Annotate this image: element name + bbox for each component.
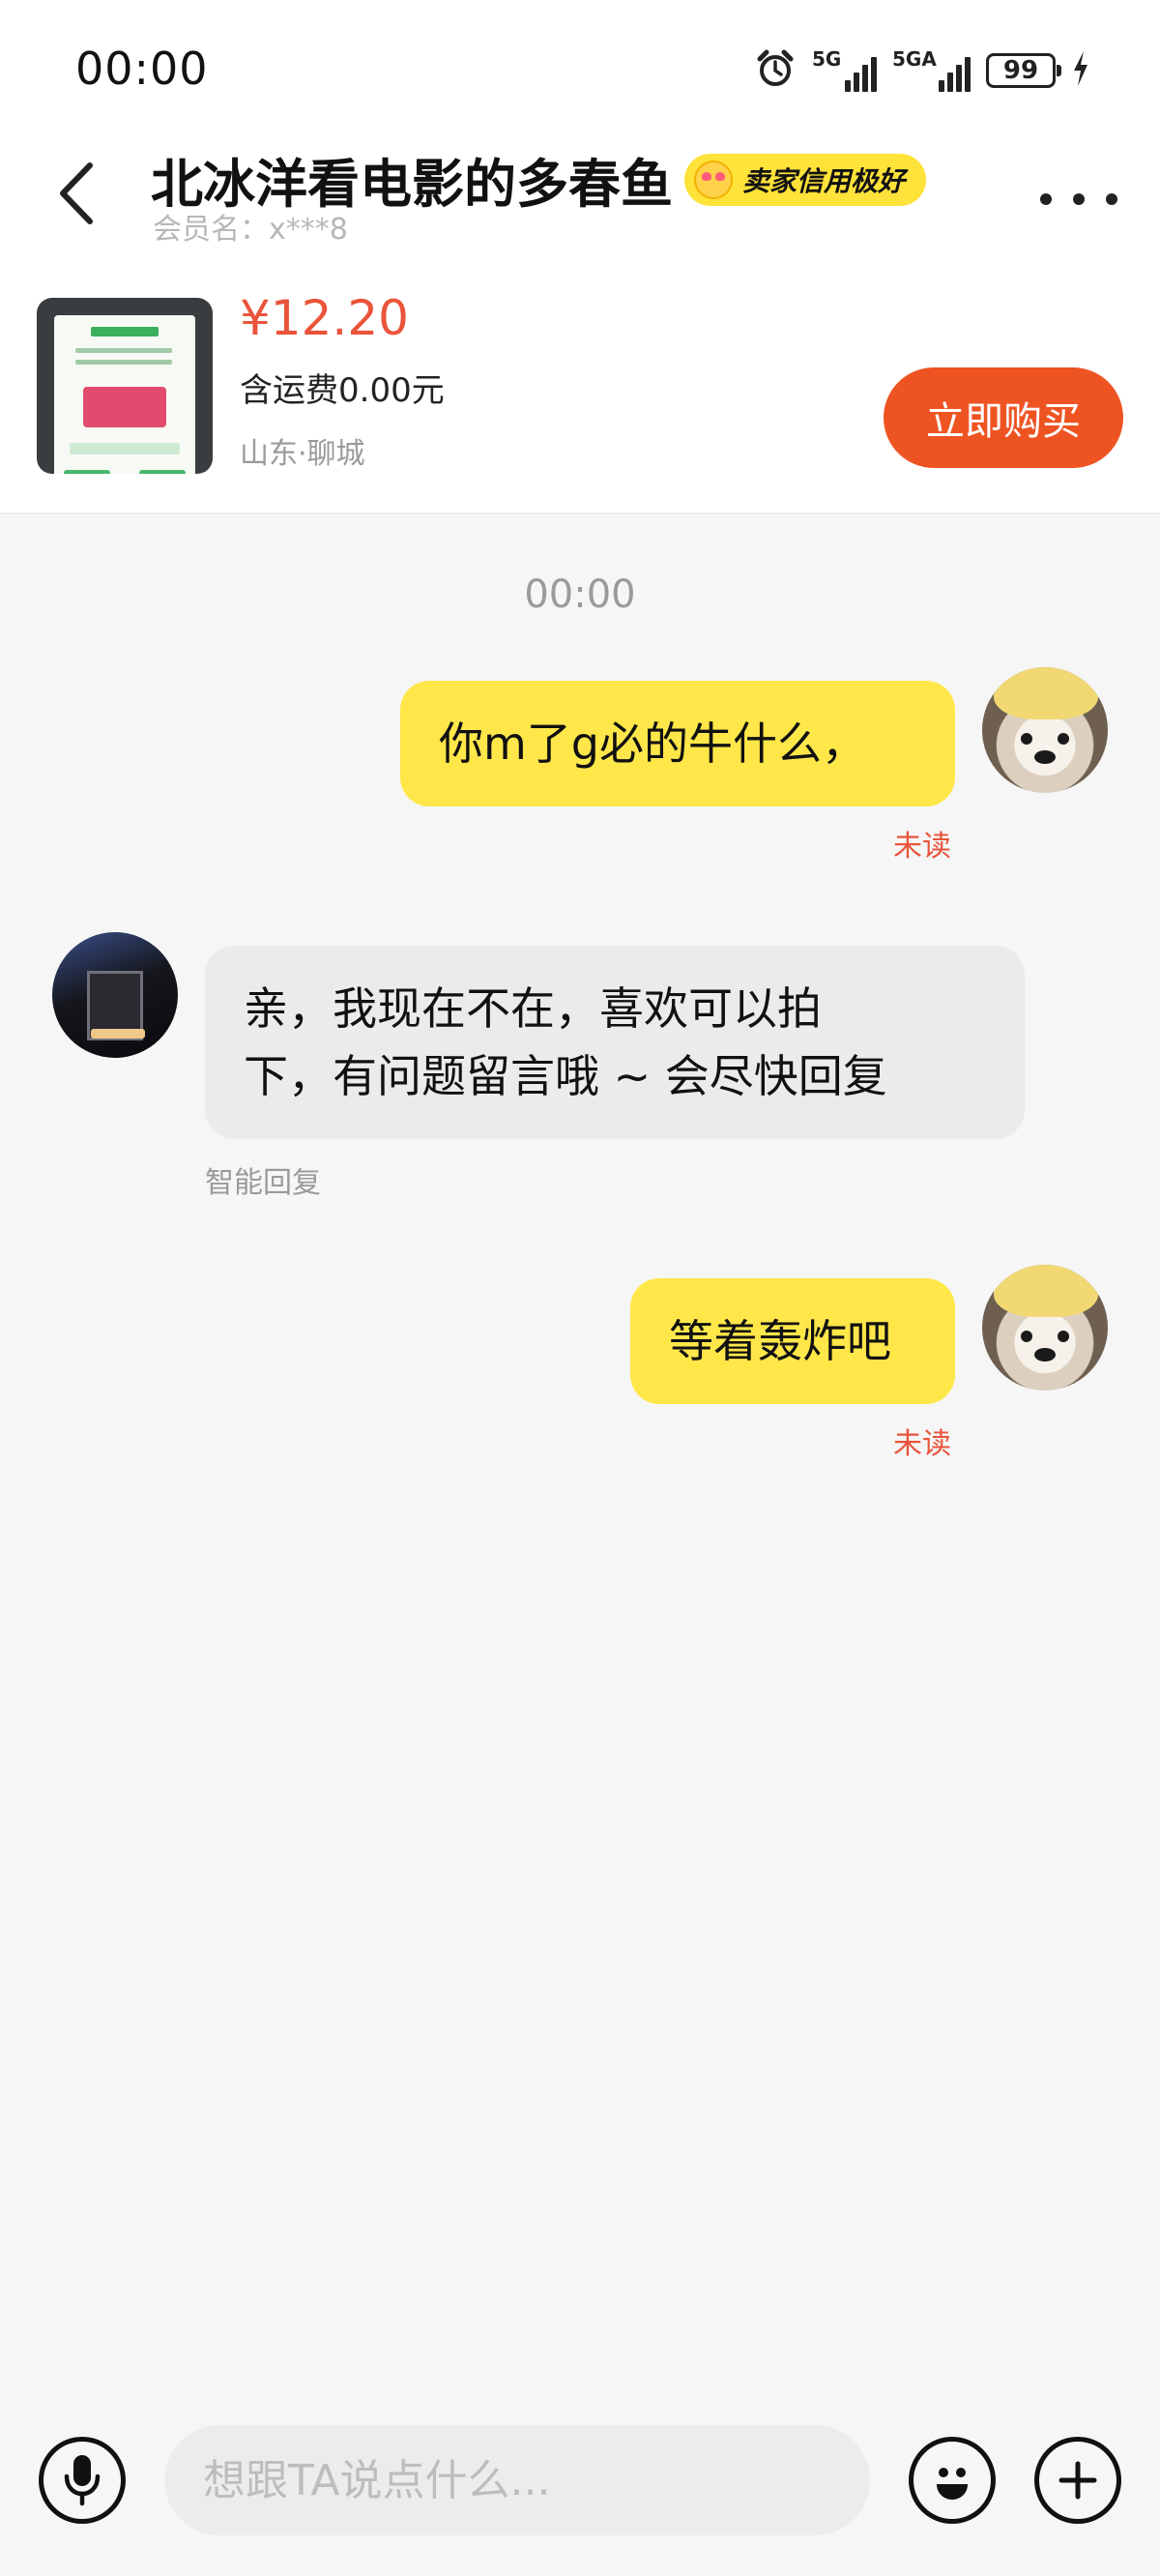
heart-eyes-icon [694, 160, 733, 199]
message-text-line: 亲，我现在不在，喜欢可以拍 [244, 982, 822, 1035]
lightning-icon [1071, 49, 1090, 92]
voice-button[interactable] [39, 2437, 126, 2524]
plus-button[interactable] [1034, 2437, 1121, 2524]
signal-5g: 5G [812, 47, 877, 92]
network-type-label: 5GA [892, 47, 937, 71]
seller-message-bubble[interactable]: 亲，我现在不在，喜欢可以拍 下，有问题留言哦 ~ 会尽快回复 [205, 946, 1025, 1139]
status-time: 00:00 [75, 43, 209, 95]
plus-icon [1058, 2461, 1097, 2500]
message-input[interactable] [164, 2425, 870, 2535]
product-thumbnail[interactable] [37, 298, 213, 474]
product-price: ¥12.20 [240, 290, 409, 346]
my-message-bubble[interactable]: 等着轰炸吧 [630, 1278, 955, 1404]
status-icons: 5G 5GA 99 [754, 46, 1090, 95]
signal-bars-icon [939, 53, 971, 92]
more-dots-icon [1106, 193, 1117, 205]
status-bar: 00:00 5G 5GA 99 [0, 0, 1160, 135]
credit-badge[interactable]: 卖家信用极好 [684, 153, 927, 206]
alarm-clock-icon [754, 47, 797, 94]
more-dots-icon [1040, 193, 1052, 205]
member-name: 会员名：x***8 [153, 213, 348, 247]
chat-area[interactable]: 00:00 你m了g必的牛什么， 未读 亲，我现在不在，喜欢可以拍 下，有问题留… [0, 514, 1160, 2419]
more-button[interactable] [1040, 180, 1117, 219]
battery-level: 99 [1002, 56, 1039, 85]
input-bar [0, 2419, 1160, 2576]
emoji-button[interactable] [909, 2437, 996, 2524]
my-avatar[interactable] [982, 667, 1108, 793]
message-text: 你m了g必的牛什么， [439, 717, 867, 770]
chat-header: 北冰洋看电影的多春鱼 卖家信用极好 会员名：x***8 [0, 135, 1160, 280]
product-image [54, 315, 195, 474]
my-avatar[interactable] [982, 1265, 1108, 1390]
chevron-left-icon [60, 162, 93, 224]
battery-icon: 99 [986, 53, 1061, 88]
buy-now-button[interactable]: 立即购买 [884, 367, 1123, 468]
seller-avatar[interactable] [52, 932, 178, 1058]
network-type-label: 5G [812, 47, 842, 71]
my-message-bubble[interactable]: 你m了g必的牛什么， [400, 681, 955, 806]
product-location: 山东·聊城 [240, 437, 365, 471]
microphone-icon [64, 2455, 101, 2506]
auto-reply-tag: 智能回复 [205, 1166, 321, 1200]
signal-bars-icon [845, 53, 877, 92]
credit-badge-label: 卖家信用极好 [742, 164, 906, 197]
message-text-line: 下，有问题留言哦 ~ 会尽快回复 [244, 1050, 887, 1102]
product-shipping: 含运费0.00元 [240, 371, 445, 410]
signal-5ga: 5GA [892, 47, 971, 92]
more-dots-icon [1073, 193, 1085, 205]
message-text: 等着轰炸吧 [669, 1315, 891, 1367]
unread-status: 未读 [893, 830, 951, 864]
chat-timestamp: 00:00 [524, 572, 636, 617]
back-button[interactable] [43, 155, 110, 232]
product-card: ¥12.20 含运费0.00元 山东·聊城 立即购买 [0, 280, 1160, 514]
smile-icon [937, 2468, 968, 2500]
unread-status: 未读 [893, 1427, 951, 1461]
